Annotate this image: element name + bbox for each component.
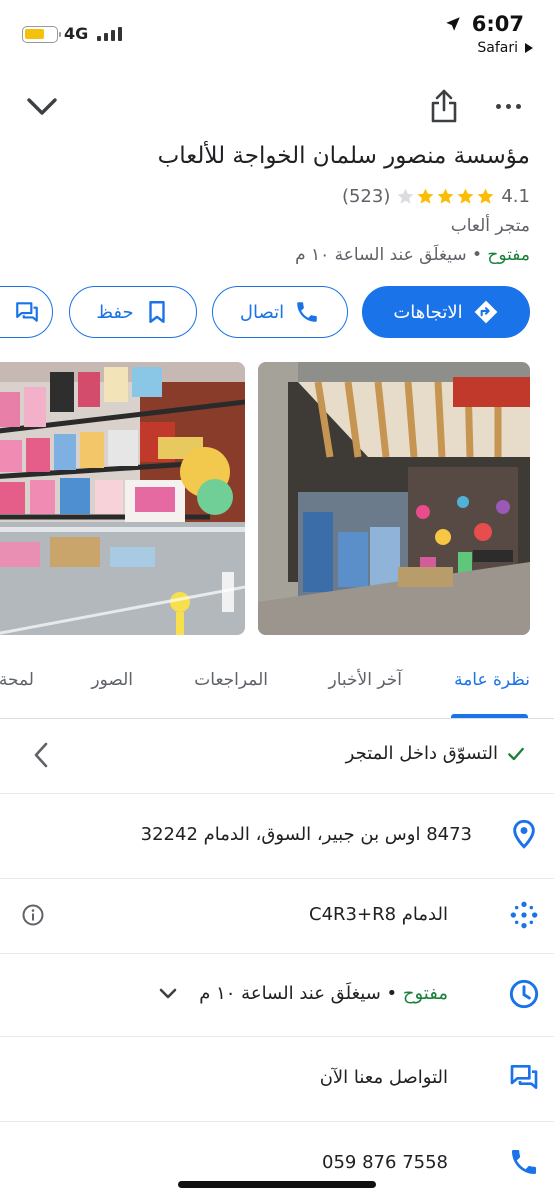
chevron-down-icon[interactable]: [26, 93, 58, 119]
phone-number: 059 876 7558: [322, 1152, 448, 1173]
hours-row[interactable]: مفتوح • سيغلَق عند الساعة ١٠ م: [0, 954, 554, 1036]
phone-icon: [512, 1150, 536, 1174]
chevron-down-icon[interactable]: [158, 986, 178, 1002]
in-store-row[interactable]: التسوّق داخل المتجر: [0, 719, 554, 793]
tab-reviews[interactable]: المراجعات: [194, 670, 268, 690]
star-icon: [457, 188, 474, 204]
in-store-label: التسوّق داخل المتجر: [345, 743, 498, 764]
place-title: مؤسسة منصور سلمان الخواجة للألعاب: [157, 143, 530, 169]
rating-row[interactable]: 4.1 (523): [342, 186, 530, 207]
hours-summary[interactable]: مفتوح • سيغلَق عند الساعة ١٠ م: [295, 245, 530, 265]
call-label: اتصال: [239, 301, 285, 323]
signal-icon: [97, 27, 122, 41]
plus-code-text: الدمام C4R3+R8: [309, 904, 448, 925]
save-label: حفظ: [96, 301, 134, 323]
tab-bar: نظرة عامة آخر الأخبار المراجعات الصور لم…: [0, 660, 554, 718]
rating-value: 4.1: [501, 186, 530, 207]
separator-dot: •: [380, 983, 403, 1004]
hours-open-status: مفتوح: [402, 983, 448, 1004]
status-bar: 4G 6:07 Safari: [0, 0, 554, 70]
star-icon: [397, 188, 414, 204]
clock-time: 6:07: [471, 12, 524, 36]
interior-photo[interactable]: [0, 362, 245, 635]
closing-time: سيغلَق عند الساعة ١٠ م: [295, 245, 467, 265]
star-icon: [477, 188, 494, 204]
clock-icon: [509, 979, 539, 1009]
message-button[interactable]: [0, 286, 53, 338]
storefront-photo[interactable]: [258, 362, 530, 635]
check-icon: [508, 747, 524, 761]
save-button[interactable]: حفظ: [69, 286, 197, 338]
star-icon: [417, 188, 434, 204]
review-count: (523): [341, 186, 391, 207]
share-icon[interactable]: [428, 88, 460, 124]
hours-close-text: سيغلَق عند الساعة ١٠ م: [199, 983, 381, 1004]
tab-overview[interactable]: نظرة عامة: [454, 670, 530, 690]
tab-photos[interactable]: الصور: [91, 670, 133, 690]
separator-dot: •: [466, 245, 488, 265]
open-status: مفتوح: [487, 245, 530, 265]
address-text: 8473 اوس بن جبير، السوق، الدمام 32242: [140, 824, 472, 845]
star-rating: [396, 187, 495, 206]
home-indicator[interactable]: [178, 1181, 376, 1188]
more-horiz-icon[interactable]: [496, 96, 526, 116]
chat-label: التواصل معنا الآن: [319, 1067, 448, 1088]
info-icon[interactable]: [21, 903, 45, 927]
location-arrow-icon: [446, 17, 460, 31]
plus-code-row[interactable]: الدمام C4R3+R8: [0, 879, 554, 953]
back-to-safari[interactable]: Safari: [477, 40, 534, 56]
call-button[interactable]: اتصال: [212, 286, 348, 338]
address-row[interactable]: 8473 اوس بن جبير، السوق، الدمام 32242: [0, 794, 554, 878]
battery-icon: [22, 26, 61, 43]
directions-button[interactable]: الاتجاهات: [362, 286, 530, 338]
bookmark-icon: [148, 301, 165, 323]
play-arrow-icon: [525, 43, 533, 53]
directions-label: الاتجاهات: [393, 301, 463, 323]
chat-row[interactable]: التواصل معنا الآن: [0, 1037, 554, 1121]
tab-updates[interactable]: آخر الأخبار: [329, 670, 402, 690]
tab-about[interactable]: لمحة: [0, 670, 34, 690]
phone-icon: [297, 302, 317, 322]
phone-row[interactable]: 059 876 7558: [0, 1122, 554, 1200]
hours-text: مفتوح • سيغلَق عند الساعة ١٠ م: [199, 983, 448, 1004]
place-category: متجر ألعاب: [450, 216, 530, 236]
chevron-left-icon[interactable]: [32, 741, 50, 769]
message-icon: [16, 302, 38, 322]
plus-code-icon: [510, 901, 538, 929]
directions-icon: [474, 300, 498, 324]
network-label: 4G: [64, 24, 89, 43]
star-icon: [437, 188, 454, 204]
location-pin-icon: [513, 819, 535, 849]
message-icon: [510, 1065, 538, 1089]
back-app-label: Safari: [477, 40, 518, 56]
